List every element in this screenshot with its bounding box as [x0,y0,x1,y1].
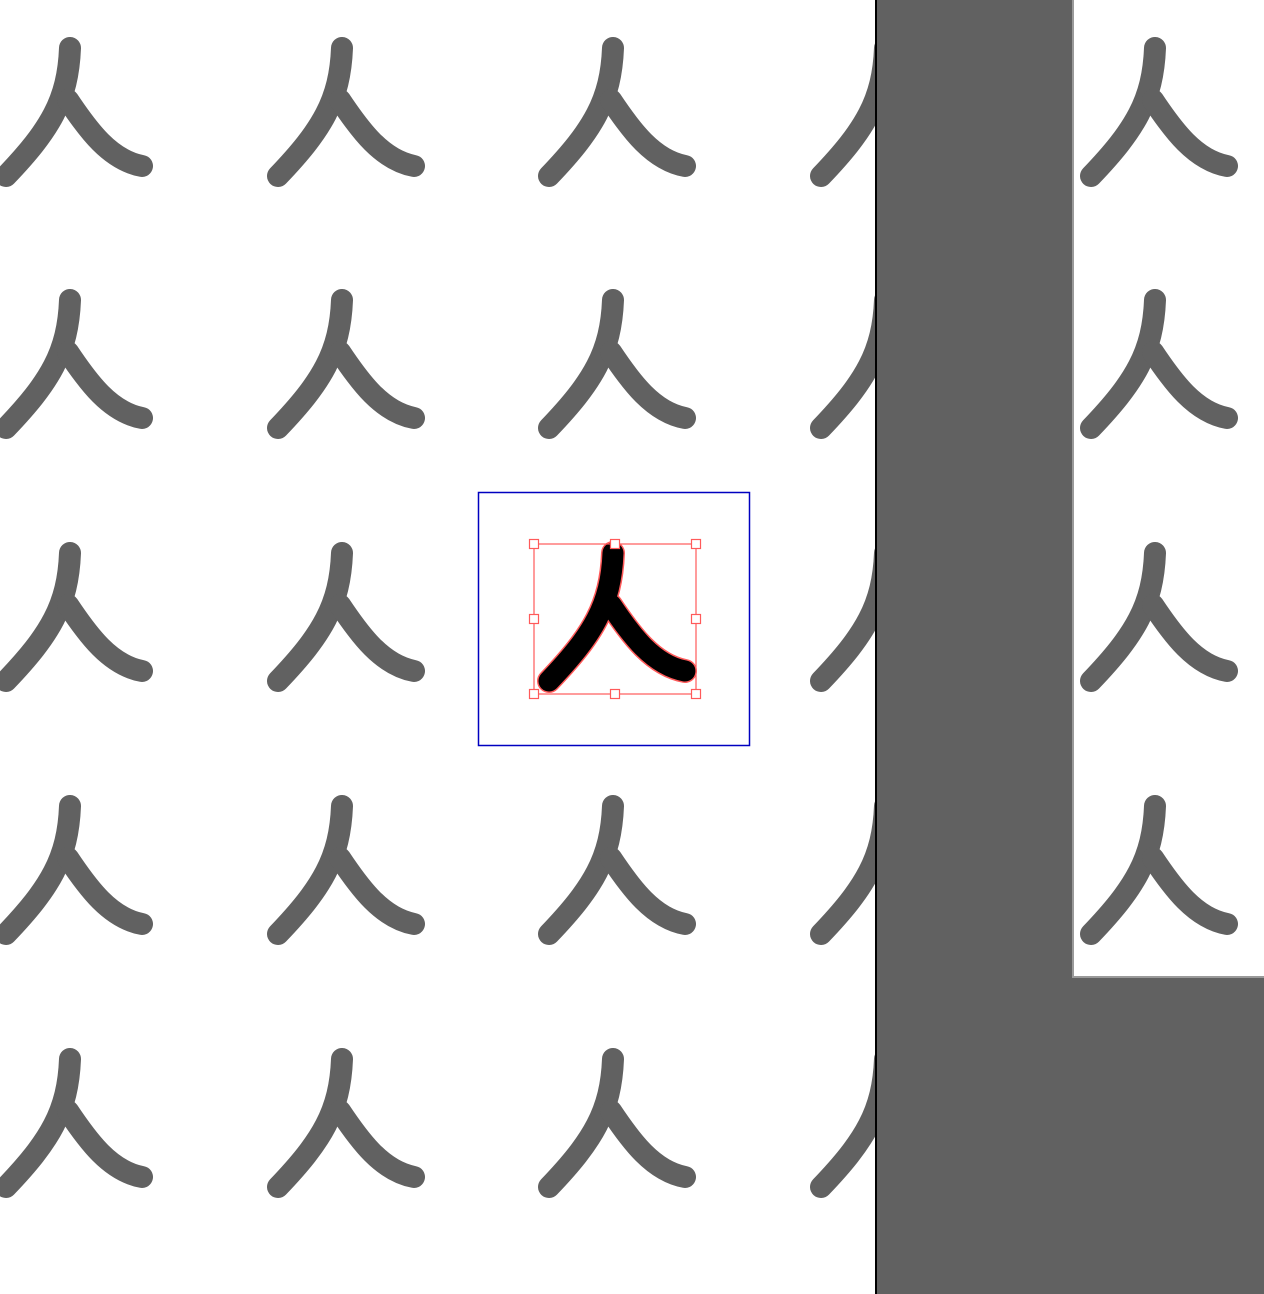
adjacent-page-left-edge [1072,0,1074,978]
pattern-glyph [278,300,414,428]
pattern-glyph [549,48,685,176]
pattern-glyph [549,300,685,428]
pattern-glyph [549,806,685,934]
pattern-glyph [278,806,414,934]
selected-cell[interactable] [477,491,751,747]
pasteboard-bottom [1074,978,1264,1294]
pattern-glyph [278,48,414,176]
pattern-glyph [6,48,142,176]
selected-glyph [549,553,685,681]
pattern-glyph-adjacent [1091,300,1227,428]
pasteboard-column [877,0,1074,1294]
pattern-glyph [278,553,414,681]
handle-top-right[interactable] [690,538,702,550]
pattern-glyph [6,553,142,681]
adjacent-page-bottom-edge [1072,976,1264,978]
handle-middle-right[interactable] [690,613,702,625]
handle-bottom-left[interactable] [528,688,540,700]
handle-top-left[interactable] [528,538,540,550]
handle-bottom-right[interactable] [690,688,702,700]
pattern-glyph-adjacent [1091,806,1227,934]
pattern-glyph [549,1059,685,1187]
page-divider [875,0,877,1294]
pattern-glyph-adjacent [1091,48,1227,176]
pattern-glyph [278,1059,414,1187]
design-canvas[interactable] [0,0,1264,1294]
pattern-glyph [6,300,142,428]
pattern-glyph-adjacent [1091,553,1227,681]
handle-top-center[interactable] [609,538,621,550]
canvas-artwork [0,0,1264,1294]
pattern-glyph [6,806,142,934]
pasteboard [875,0,1264,1294]
handle-middle-left[interactable] [528,613,540,625]
handle-bottom-center[interactable] [609,688,621,700]
pattern-glyph [6,1059,142,1187]
